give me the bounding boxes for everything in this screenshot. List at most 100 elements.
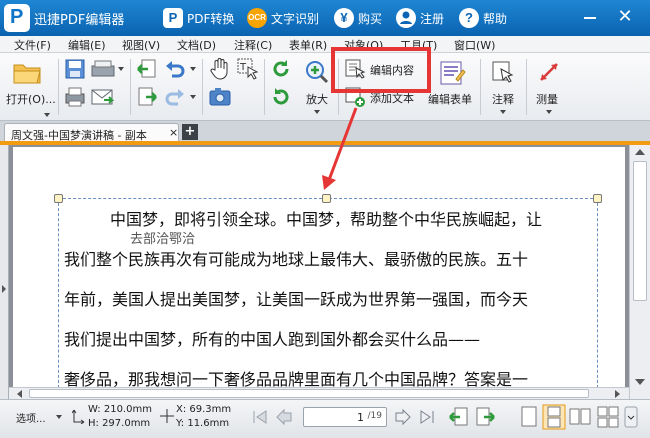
edit-form-button[interactable]: 编辑表单 [428,57,478,117]
close-window-icon[interactable]: ✕ [614,6,636,28]
side-panel-toggle[interactable] [0,145,9,399]
next-page-icon[interactable] [392,408,412,426]
facing-pages-view-icon[interactable] [568,405,592,429]
continuous-facing-view-icon[interactable] [596,405,620,429]
continuous-page-view-icon[interactable] [542,404,566,430]
menu-form[interactable]: 表单(R) [289,37,327,53]
edit-content-highlight-box [331,47,431,93]
toolbar-divider [480,59,481,115]
close-tab-icon[interactable]: × [169,126,178,139]
scroll-up-icon[interactable] [635,149,645,155]
scanner-dropdown-icon[interactable] [118,67,124,71]
ocr-button[interactable]: OCR 文字识别 [247,6,319,30]
previous-page-green-icon[interactable] [136,58,158,80]
redo-dropdown-icon[interactable] [190,95,196,99]
app-title: 迅捷PDF编辑器 [34,13,125,28]
help-icon: ? [459,8,479,28]
printer-icon[interactable] [64,86,86,108]
help-button[interactable]: ? 帮助 [459,6,507,30]
document-text-line[interactable]: 中国梦，即将引领全球。中国梦，帮助整个中华民族崛起，让 [110,206,542,230]
buy-button[interactable]: ¥ 购买 [334,6,382,30]
open-dropdown-icon[interactable] [44,113,50,117]
menu-bar: 文件(F) 编辑(E) 视图(V) 文档(D) 注释(C) 表单(R) 对象(O… [0,36,650,53]
toolbar-divider [130,59,131,115]
scroll-left-icon[interactable] [17,390,22,398]
pdf-convert-label: PDF转换 [187,11,235,26]
go-forward-icon[interactable] [474,406,496,428]
help-label: 帮助 [483,11,508,26]
vertical-scroll-thumb[interactable] [633,161,647,301]
toolbar-divider [264,59,265,115]
new-tab-button[interactable]: + [182,124,198,140]
hand-icon[interactable] [208,57,232,81]
zoom-dropdown-icon[interactable] [314,110,320,114]
page-number-input[interactable]: 1 /19 [303,407,387,427]
zoom-in-label: 放大 [306,93,328,106]
menu-document[interactable]: 文档(D) [177,37,216,53]
document-text-line[interactable]: 年前，美国人提出美国梦，让美国一跃成为世界第一强国，而今天 [64,286,528,310]
annotate-button[interactable]: 注释 [484,57,522,117]
select-tool-dropdown[interactable]: 选项... [16,410,46,425]
redo-icon[interactable] [164,86,186,108]
resize-handle-top-left[interactable] [54,194,63,203]
single-page-view-icon[interactable] [518,405,540,429]
horizontal-scrollbar[interactable] [9,387,629,399]
handwritten-annotation: 去部洽鄂洽 [130,232,196,247]
resize-handle-top-center[interactable] [322,194,331,203]
menu-view[interactable]: 视图(V) [122,37,160,53]
cursor-x: X: 69.3mm [176,404,232,415]
open-button[interactable]: 打开(O)... [4,57,56,117]
toolbar-divider [58,59,59,115]
last-page-icon[interactable] [417,408,437,426]
measure-dropdown-icon[interactable] [546,110,552,114]
horizontal-scroll-thumb[interactable] [29,389,589,398]
document-text-line[interactable]: 我们提出中国梦，所有的中国人跑到国外都会买什么品—— [64,326,480,350]
annotate-dropdown-icon[interactable] [500,110,506,114]
minimize-icon[interactable] [583,10,597,24]
select-text-icon[interactable]: T [236,57,260,81]
resize-handle-top-right[interactable] [593,194,602,203]
undo-icon[interactable] [164,58,186,80]
page-total: /19 [367,411,382,421]
measure-button[interactable]: 测量 [530,57,568,117]
page-height: H: 297.0mm [88,418,151,429]
menu-comment[interactable]: 注释(C) [234,37,272,53]
zoom-in-button[interactable]: 放大 [300,57,334,117]
annotate-icon [492,61,514,83]
email-icon[interactable] [90,86,114,108]
menu-window[interactable]: 窗口(W) [454,37,495,53]
page-size-icon [72,409,85,424]
scanner-icon[interactable] [90,58,116,80]
scroll-down-icon[interactable] [635,379,645,385]
save-icon[interactable] [64,58,86,80]
next-page-green-icon[interactable] [136,86,158,108]
svg-text:T: T [239,62,247,73]
document-tab[interactable]: 周文强-中国梦演讲稿 - 副本 × [4,123,179,143]
zoom-in-icon [306,61,329,84]
menu-edit[interactable]: 编辑(E) [68,37,106,53]
menu-file[interactable]: 文件(F) [14,37,51,53]
cursor-position-icon [160,409,174,423]
rotate-clockwise-icon[interactable] [270,58,292,80]
previous-page-icon[interactable] [275,408,295,426]
view-options-dropdown-icon[interactable] [624,406,638,428]
scroll-right-icon[interactable] [615,390,620,398]
select-tool-dropdown-icon[interactable] [56,415,62,419]
snapshot-camera-icon[interactable] [208,85,232,109]
first-page-icon[interactable] [250,408,270,426]
tab-bar: 周文强-中国梦演讲稿 - 副本 × + [0,121,650,143]
title-bar: 迅捷PDF编辑器 P PDF转换 OCR 文字识别 ¥ 购买 注册 ? 帮助 ✕ [0,0,650,36]
register-button[interactable]: 注册 [396,6,444,30]
measure-label: 测量 [536,93,558,106]
user-icon [396,8,416,28]
measure-icon [540,63,558,81]
go-back-icon[interactable] [448,406,470,428]
document-text-line[interactable]: 我们整个民族再次有可能成为地球上最伟大、最骄傲的民族。五十 [64,246,528,270]
page-width: W: 210.0mm [88,404,152,415]
edit-form-label: 编辑表单 [428,93,472,106]
folder-icon [13,64,41,84]
vertical-scrollbar[interactable] [629,145,650,399]
undo-dropdown-icon[interactable] [190,67,196,71]
pdf-convert-button[interactable]: P PDF转换 [163,6,234,30]
rotate-counterclockwise-icon[interactable] [270,86,292,108]
